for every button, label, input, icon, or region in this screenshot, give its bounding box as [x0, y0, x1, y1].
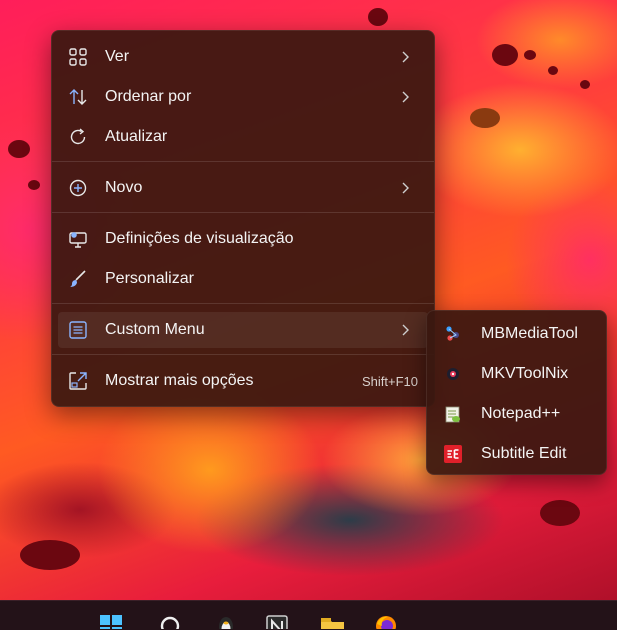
menu-item-personalizar[interactable]: Personalizar [58, 261, 428, 297]
wallpaper-blob [492, 44, 518, 66]
plus-circle-icon [69, 179, 87, 197]
menu-item-label: Novo [105, 179, 143, 196]
submenu-item-label: MKVToolNix [481, 365, 569, 382]
menu-separator [52, 161, 434, 162]
wallpaper-blob [548, 66, 558, 75]
wallpaper-blob [368, 8, 388, 26]
menu-item-label: Ordenar por [105, 88, 192, 105]
sort-arrows-icon [69, 89, 87, 105]
mkvtoolnix-icon [447, 368, 459, 380]
wallpaper-blob [8, 140, 30, 158]
menu-item-label: Ver [105, 48, 130, 65]
firefox-icon[interactable] [374, 614, 398, 629]
subtitle-edit-icon [444, 445, 462, 463]
menu-item-mostrar-mais-opcoes[interactable]: Mostrar mais opções Shift+F10 [58, 363, 428, 399]
menu-item-atualizar[interactable]: Atualizar [58, 119, 428, 155]
notion-icon[interactable] [265, 614, 289, 629]
file-explorer-icon[interactable] [320, 614, 344, 629]
windows-start-icon[interactable] [99, 614, 123, 629]
wallpaper-blob [580, 80, 590, 89]
mbmediatool-icon [446, 326, 459, 341]
wallpaper-blob [470, 108, 500, 128]
wallpaper-blob [540, 500, 580, 526]
menu-separator [52, 354, 434, 355]
display-settings-icon [69, 232, 87, 248]
chevron-right-icon [402, 51, 409, 63]
wallpaper-blob [20, 540, 80, 570]
submenu-item-label: Notepad++ [481, 405, 561, 422]
menu-separator [52, 303, 434, 304]
custom-menu-submenu: MBMediaTool MKVToolNix Notepad++ Subtitl… [426, 310, 607, 475]
submenu-item-mbmediatool[interactable]: MBMediaTool [433, 316, 600, 352]
submenu-item-label: Subtitle Edit [481, 445, 567, 462]
menu-item-ver[interactable]: Ver [58, 39, 428, 75]
menu-item-label: Definições de visualização [105, 230, 294, 247]
search-icon[interactable] [158, 614, 182, 629]
submenu-item-subtitle-edit[interactable]: Subtitle Edit [433, 436, 600, 472]
expand-icon [69, 372, 87, 390]
menu-item-label: Mostrar mais opções [105, 372, 254, 389]
grid-view-icon [69, 48, 87, 66]
desktop-context-menu: Ver Ordenar por Atualizar Novo Definiçõe… [51, 30, 435, 407]
wallpaper-blob [28, 180, 40, 190]
chevron-right-icon [402, 182, 409, 194]
chevron-right-icon [402, 91, 409, 103]
submenu-item-mkvtoolnix[interactable]: MKVToolNix [433, 356, 600, 392]
submenu-item-notepad-plus-plus[interactable]: Notepad++ [433, 396, 600, 432]
menu-separator [52, 212, 434, 213]
menu-item-custom-menu[interactable]: Custom Menu [58, 312, 428, 348]
menu-item-label: Custom Menu [105, 321, 205, 338]
menu-item-ordenar-por[interactable]: Ordenar por [58, 79, 428, 115]
wallpaper-blob [524, 50, 536, 60]
brush-icon [70, 270, 86, 287]
notepad-plus-plus-icon [445, 406, 460, 423]
menu-item-label: Personalizar [105, 270, 194, 287]
tux-icon[interactable] [214, 614, 238, 629]
taskbar [0, 600, 617, 630]
menu-item-definicoes-visualizacao[interactable]: Definições de visualização [58, 221, 428, 257]
menu-item-label: Atualizar [105, 128, 168, 145]
list-menu-icon [69, 321, 87, 339]
keyboard-shortcut: Shift+F10 [361, 374, 418, 389]
menu-item-novo[interactable]: Novo [58, 170, 428, 206]
refresh-icon [70, 128, 86, 145]
chevron-right-icon [402, 324, 409, 336]
submenu-item-label: MBMediaTool [481, 325, 578, 342]
